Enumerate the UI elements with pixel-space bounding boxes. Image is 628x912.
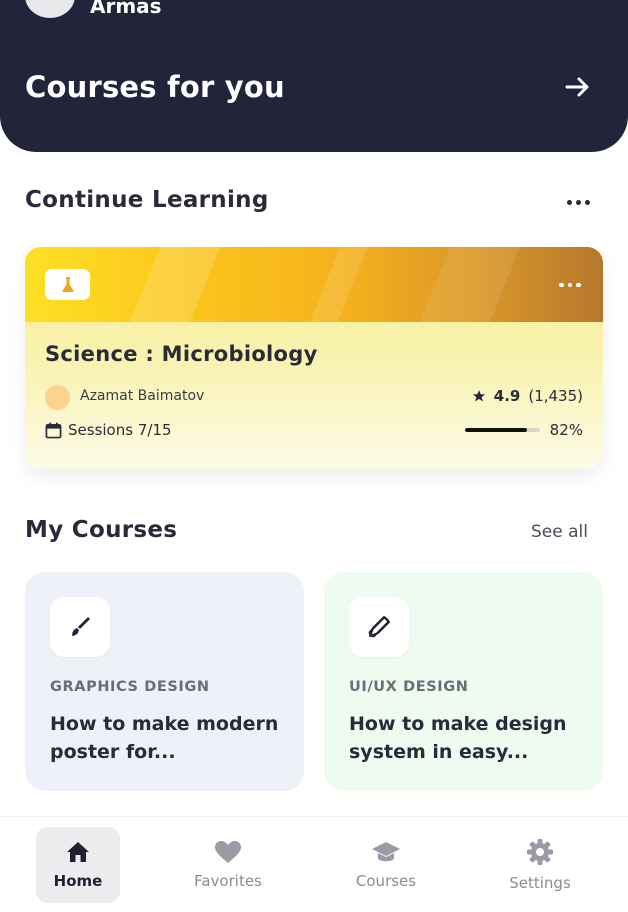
my-courses-title: My Courses <box>25 517 178 543</box>
card-banner-image <box>25 247 603 322</box>
nav-item-home[interactable]: Home <box>36 827 120 903</box>
header: Armas Courses for you <box>0 0 628 152</box>
sessions-label: Sessions 7/15 <box>68 421 172 439</box>
instructor-name: Azamat Baimatov <box>80 388 205 404</box>
continue-learning-more-button[interactable] <box>563 192 593 212</box>
course-category: GRAPHICS DESIGN <box>50 679 210 695</box>
nav-label: Home <box>53 872 103 890</box>
rating-count: (1,435) <box>528 387 583 405</box>
progress-bar <box>465 428 540 432</box>
flask-icon <box>61 276 74 292</box>
brush-icon <box>72 617 90 636</box>
user-avatar[interactable] <box>25 0 75 18</box>
rating-value: 4.9 <box>493 387 521 405</box>
heart-icon <box>215 841 241 863</box>
course-title: How to make modern poster for... <box>50 713 279 763</box>
card-more-button[interactable] <box>555 275 585 295</box>
star-icon <box>472 390 485 402</box>
sessions: Sessions 7/15 <box>45 421 172 439</box>
nav-item-favorites[interactable]: Favorites <box>186 827 270 903</box>
progress-fill <box>465 428 527 432</box>
course-title: How to make design system in easy... <box>349 713 567 763</box>
nav-label: Courses <box>355 872 417 890</box>
graduation-cap-icon <box>372 842 400 862</box>
continue-learning-title: Continue Learning <box>25 187 269 213</box>
courses-for-you-title[interactable]: Courses for you <box>25 70 285 104</box>
calendar-icon <box>45 421 62 438</box>
course-icon-box <box>50 597 110 657</box>
home-icon <box>67 842 89 862</box>
rating: 4.9 (1,435) <box>472 387 583 405</box>
course-icon-box <box>349 597 409 657</box>
course-card-graphics-design[interactable]: GRAPHICS DESIGN How to make modern poste… <box>25 572 304 791</box>
course-title: Science : Microbiology <box>45 342 318 366</box>
nav-item-courses[interactable]: Courses <box>344 827 428 903</box>
bell-icon[interactable] <box>556 0 592 12</box>
progress-percent: 82% <box>549 421 583 439</box>
nav-label: Settings <box>509 874 571 892</box>
course-card-uiux-design[interactable]: UI/UX DESIGN How to make design system i… <box>324 572 603 791</box>
gear-icon <box>527 839 553 865</box>
instructor-avatar <box>45 385 70 410</box>
flask-badge <box>45 269 90 300</box>
continue-learning-card[interactable]: Science : Microbiology Azamat Baimatov 4… <box>25 247 603 469</box>
see-all-link[interactable]: See all <box>531 522 588 542</box>
nav-item-settings[interactable]: Settings <box>498 827 582 903</box>
course-category: UI/UX DESIGN <box>349 679 469 695</box>
nav-label: Favorites <box>194 872 262 890</box>
user-name: Armas <box>90 0 162 18</box>
design-tools-icon <box>368 616 390 638</box>
bottom-navigation: Home Favorites Courses Settings <box>0 816 628 912</box>
arrow-right-icon[interactable] <box>560 70 594 104</box>
